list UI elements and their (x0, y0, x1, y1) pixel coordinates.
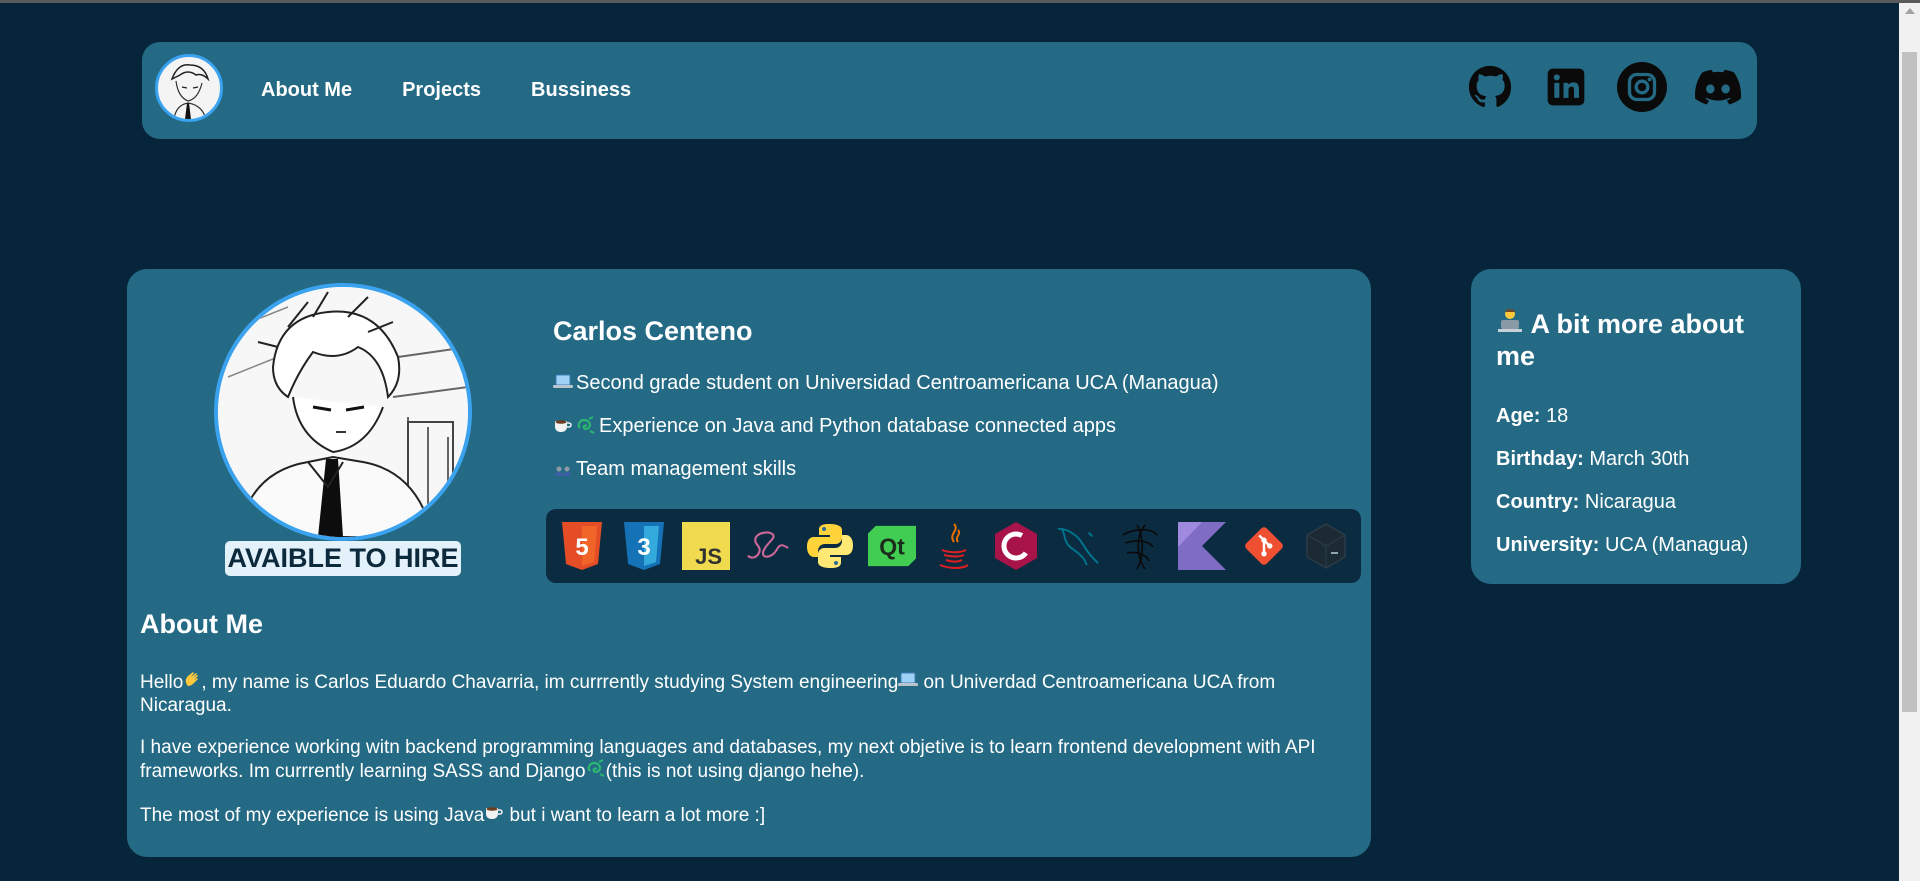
git-icon (1240, 522, 1288, 570)
svg-text:JS: JS (695, 544, 722, 569)
c-icon (992, 522, 1040, 570)
age-label: Age: (1496, 405, 1541, 427)
age-value: 18 (1546, 405, 1569, 427)
university-label: University: (1496, 534, 1600, 556)
qt-icon: Qt (868, 522, 916, 570)
java-icon (930, 522, 978, 570)
discord-icon[interactable] (1693, 62, 1743, 112)
country-label: Country: (1496, 491, 1580, 513)
css3-icon: 3 (620, 522, 668, 570)
svg-text:5: 5 (575, 534, 588, 561)
about-p3-part-2: but i want to learn a lot more :] (504, 805, 766, 826)
country-value: Nicaragua (1584, 491, 1677, 513)
people-icon (553, 460, 573, 479)
birthday-row: Birthday: March 30th (1496, 448, 1689, 471)
nav-link-about-me[interactable]: About Me (261, 79, 352, 102)
info-line-experience-text: Experience on Java and Python database c… (599, 415, 1117, 437)
scroll-up-arrow-icon[interactable] (1899, 3, 1920, 19)
birthday-label: Birthday: (1496, 448, 1584, 470)
about-p1-part-1: Hello (140, 672, 184, 693)
nav-link-projects[interactable]: Projects (402, 79, 481, 102)
navbar: About Me Projects Bussiness (142, 42, 1757, 139)
window-top-edge (0, 0, 1920, 3)
about-p3-part-1: The most of my experience is using Java (140, 805, 485, 826)
country-row: Country: Nicaragua (1496, 491, 1676, 514)
python-icon (806, 522, 854, 570)
more-about-heading: A bit more about me (1496, 307, 1786, 372)
nav-avatar[interactable] (155, 54, 223, 122)
instagram-icon[interactable] (1617, 62, 1667, 112)
django-icon (586, 759, 606, 780)
profile-card: AVAIBLE TO HIRE Carlos Centeno Second gr… (127, 269, 1371, 857)
wave-icon (183, 670, 201, 691)
more-about-card: A bit more about me Age: 18 Birthday: Ma… (1471, 269, 1801, 584)
age-row: Age: 18 (1496, 405, 1568, 428)
info-line-student-text: Second grade student on Universidad Cent… (576, 372, 1219, 394)
more-about-title-text: A bit more about me (1496, 309, 1744, 371)
javascript-icon: JS (682, 522, 730, 570)
laptop-icon (553, 374, 573, 393)
nav-link-bussiness[interactable]: Bussiness (531, 79, 631, 102)
info-line-student: Second grade student on Universidad Cent… (553, 372, 1219, 395)
technologist-icon (1496, 307, 1524, 336)
info-line-experience: Experience on Java and Python database c… (553, 415, 1116, 438)
html5-icon: 5 (558, 522, 606, 570)
mssql-icon (1116, 522, 1164, 570)
info-line-team-text: Team management skills (576, 458, 797, 480)
about-me-heading: About Me (140, 609, 263, 639)
github-icon[interactable] (1465, 62, 1515, 112)
social-links (1465, 62, 1743, 112)
linkedin-icon[interactable] (1541, 62, 1591, 112)
django-icon (576, 416, 596, 437)
mysql-icon (1054, 522, 1102, 570)
svg-text:3: 3 (637, 534, 650, 561)
about-paragraph-1: Hello , my name is Carlos Eduardo Chavarr… (140, 670, 1340, 717)
tech-stack-strip: 5 3 JS Qt (546, 509, 1361, 583)
about-p1-part-2: , my name is Carlos Eduardo Chavarria, i… (201, 672, 899, 693)
kotlin-icon (1178, 522, 1226, 570)
laptop-icon (898, 672, 919, 691)
svg-text:Qt: Qt (879, 534, 905, 560)
coffee-icon (553, 416, 573, 437)
university-row: University: UCA (Managua) (1496, 534, 1748, 557)
birthday-value: March 30th (1589, 448, 1690, 470)
scrollbar-thumb[interactable] (1902, 52, 1917, 712)
coffee-icon (484, 803, 504, 824)
university-value: UCA (Managua) (1604, 534, 1749, 556)
about-paragraph-2: I have experience working witn backend p… (140, 736, 1340, 783)
about-p2-part-2: (this is not using django hehe). (605, 761, 865, 782)
profile-name: Carlos Centeno (553, 316, 753, 346)
terminal-icon (1302, 522, 1350, 570)
info-line-team: Team management skills (553, 458, 796, 481)
profile-picture (214, 283, 472, 541)
sass-icon (744, 522, 792, 570)
available-to-hire-badge: AVAIBLE TO HIRE (225, 541, 461, 576)
about-paragraph-3: The most of my experience is using Java … (140, 803, 1340, 827)
